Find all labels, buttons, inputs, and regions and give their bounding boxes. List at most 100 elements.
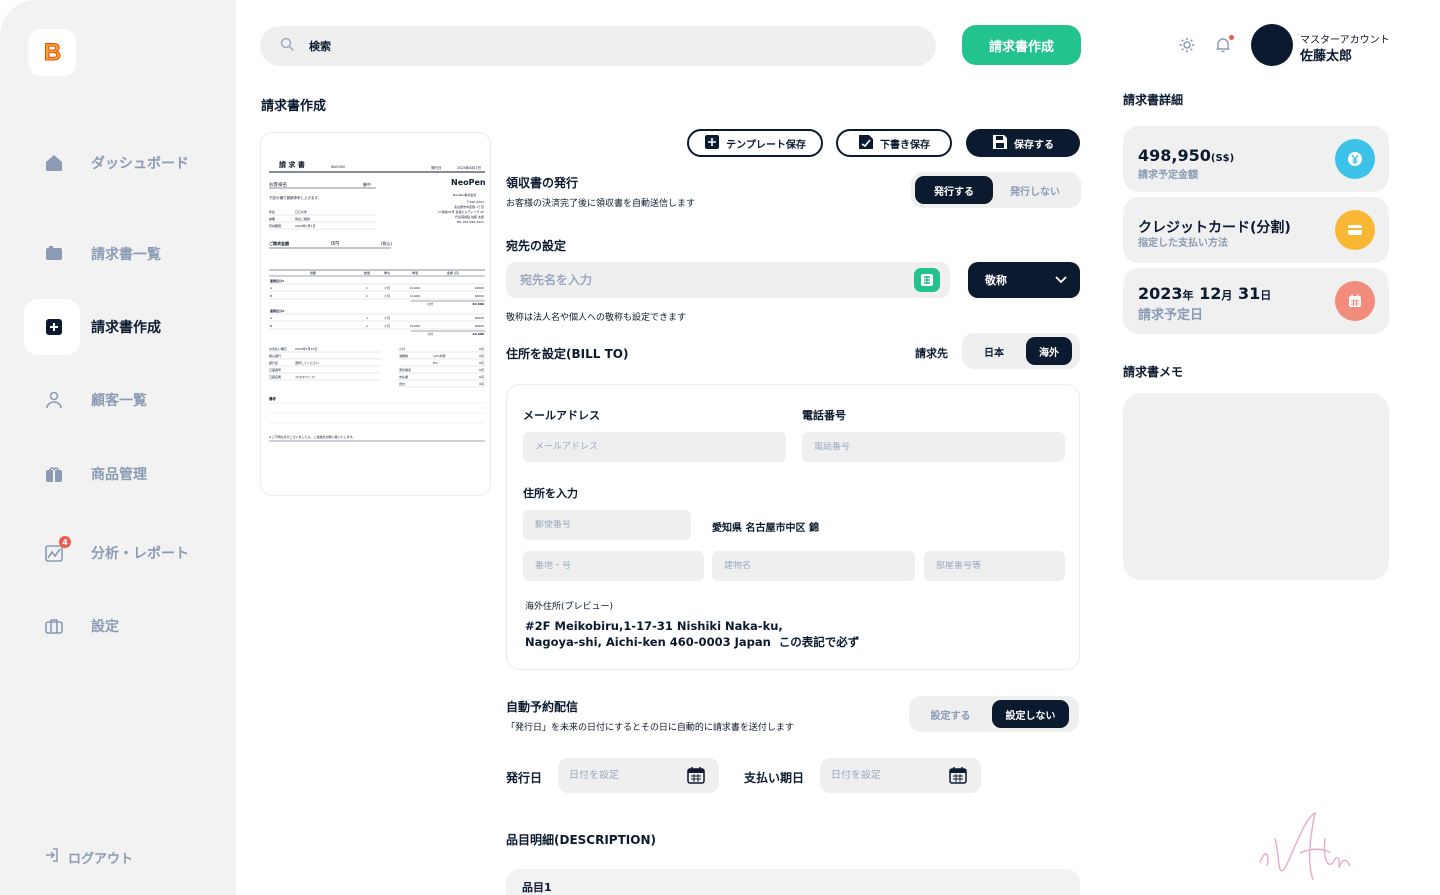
template-save-label: テンプレート保存 (726, 139, 806, 151)
billing-label: 請求先 (915, 347, 948, 360)
receipt-title: 領収書の発行 (506, 176, 579, 190)
sidebar-item-label: 商品管理 (91, 467, 147, 483)
street-field-wrap[interactable] (523, 551, 704, 581)
honorific-select[interactable]: 敬称 (968, 262, 1080, 298)
postal-code-field[interactable] (535, 520, 691, 530)
invoice-footer-label: 振込銀行 (269, 353, 281, 358)
building-field-wrap[interactable] (712, 551, 915, 581)
invoice-row-price: 10,000 (410, 286, 421, 290)
sidebar-item-invoice-list[interactable]: 請求書一覧 (24, 226, 224, 282)
issue-date-input[interactable] (569, 770, 679, 781)
invoice-total-value: 0円 (331, 241, 339, 247)
street-field[interactable] (535, 561, 704, 571)
payment-method-label: 指定した支払い方法 (1138, 238, 1228, 249)
billing-date-value: 2023年 12月 31日 (1138, 284, 1271, 303)
region-option-overseas[interactable]: 海外 (1026, 337, 1072, 365)
invoice-preview[interactable]: 請 求 書 INVOICE 発行日 2024年8月1日 お客様名 御中 NeoP… (260, 132, 491, 496)
recipient-input[interactable] (520, 273, 900, 287)
logout-button[interactable]: ログアウト (44, 847, 133, 867)
phone-field-wrap[interactable] (802, 432, 1065, 462)
invoice-footer-value: 選択してください (295, 360, 319, 365)
invoice-row-amount: 10000 (474, 294, 484, 298)
sidebar-item-dashboard[interactable]: ダッシュボード (24, 135, 224, 191)
memo-field-wrap[interactable] (1123, 393, 1389, 580)
app-logo[interactable]: B (29, 29, 76, 76)
search-input[interactable] (309, 39, 869, 53)
sidebar-item-products[interactable]: 商品管理 (24, 446, 224, 502)
date-year: 2023 (1138, 284, 1183, 303)
room-field[interactable] (936, 561, 1065, 571)
invoice-summary-label: 消費税 (399, 353, 408, 358)
invoice-info-label: 有効期限 (269, 223, 281, 228)
phone-field[interactable] (814, 442, 1065, 452)
recipient-field[interactable] (506, 262, 950, 298)
invoice-summary-value: 0円 (479, 375, 484, 379)
gear-icon[interactable] (1178, 36, 1196, 58)
invoice-summary-label: 源泉徴収 (399, 367, 411, 372)
invoice-intro: 下記の通り御請求申し上げます。 (269, 195, 321, 200)
invoice-company-sub: NeoPen株式会社 (453, 192, 476, 197)
auto-delivery-title: 自動予約配信 (506, 700, 579, 714)
receipt-option-issue[interactable]: 発行する (915, 176, 993, 204)
calendar-icon[interactable] (687, 766, 705, 788)
address-input-label: 住所を入力 (523, 487, 578, 500)
prefecture-text: 愛知県 名古屋市中区 錦 (712, 523, 819, 534)
account-role: マスターアカウント (1300, 35, 1390, 46)
bell-icon[interactable] (1214, 35, 1234, 58)
draft-save-button[interactable]: 下書き保存 (836, 129, 952, 157)
receipt-option-no-issue[interactable]: 発行しない (993, 176, 1077, 204)
receipt-desc: お客様の決済完了後に領収書を自動送信します (506, 199, 696, 209)
invoice-row-amount: 10000 (474, 324, 484, 328)
invoice-summary-note: 8% (433, 361, 438, 365)
create-invoice-button[interactable]: 請求書作成 (962, 25, 1081, 65)
invoice-row-label: A (270, 286, 273, 290)
address-title: 住所を設定(BILL TO) (506, 347, 629, 361)
sidebar-item-customers[interactable]: 顧客一覧 (24, 372, 224, 428)
room-field-wrap[interactable] (924, 551, 1065, 581)
invoice-total-label: ご請求金額 (269, 240, 289, 246)
issue-date-field[interactable] (558, 758, 719, 793)
invoice-row-qty: 1 (366, 294, 368, 298)
memo-field[interactable] (1123, 393, 1389, 580)
invoice-footer-value: カ)ネオペン (ｶ (295, 374, 315, 379)
auto-delivery-option-off[interactable]: 設定しない (992, 700, 1069, 728)
payment-method-card: クレジットカード(分割) 指定した支払い方法 (1123, 197, 1389, 263)
due-date-field[interactable] (820, 758, 981, 793)
sidebar: B ダッシュボード 請求書一覧 請求書作成 顧客一覧 商品管理 4 分析・レポー… (0, 0, 236, 895)
invoice-customer: お客様名 (269, 181, 287, 188)
account-name: 佐藤太郎 (1300, 49, 1353, 64)
sidebar-item-analytics[interactable]: 4 分析・レポート (24, 525, 224, 581)
add-document-icon (44, 317, 64, 337)
save-button[interactable]: 保存する (966, 129, 1080, 157)
chevron-down-icon (1054, 273, 1068, 290)
auto-delivery-toggle: 設定する 設定しない (909, 696, 1079, 732)
sidebar-item-invoice-create[interactable]: 請求書作成 (24, 299, 224, 355)
save-icon (992, 134, 1008, 153)
avatar[interactable] (1251, 24, 1293, 66)
search-icon (280, 37, 295, 56)
building-field[interactable] (724, 561, 915, 571)
invoice-info-value: 〇〇の件 (295, 209, 307, 214)
email-field-wrap[interactable] (523, 432, 786, 462)
auto-delivery-option-on[interactable]: 設定する (913, 700, 988, 728)
search-bar[interactable] (260, 26, 936, 66)
date-day-unit: 日 (1260, 289, 1272, 302)
invoice-preview-drawing: 請 求 書 INVOICE 発行日 2024年8月1日 お客様名 御中 NeoP… (269, 160, 486, 442)
sidebar-item-settings[interactable]: 設定 (24, 598, 224, 654)
invoice-summary-value: 0円 (479, 354, 484, 358)
save-label: 保存する (1014, 139, 1054, 151)
invoice-group-name: 業務区分2 (269, 308, 284, 313)
auto-delivery-desc: 「発行日」を未来の日付にするとその日に自動的に請求書を送付します (506, 723, 794, 733)
postal-field-wrap[interactable] (523, 510, 691, 540)
address-book-icon[interactable] (914, 268, 940, 292)
date-month-unit: 月 (1221, 289, 1233, 302)
due-date-input[interactable] (831, 770, 941, 781)
region-option-japan[interactable]: 日本 (966, 337, 1022, 365)
amount-label: 請求予定金額 (1138, 170, 1198, 181)
invoice-subtotal-label: 小計 (427, 301, 433, 306)
template-save-button[interactable]: テンプレート保存 (687, 129, 823, 157)
calendar-icon[interactable] (949, 766, 967, 788)
gift-icon (44, 464, 64, 484)
email-field[interactable] (535, 442, 786, 452)
email-label: メールアドレス (523, 409, 600, 422)
